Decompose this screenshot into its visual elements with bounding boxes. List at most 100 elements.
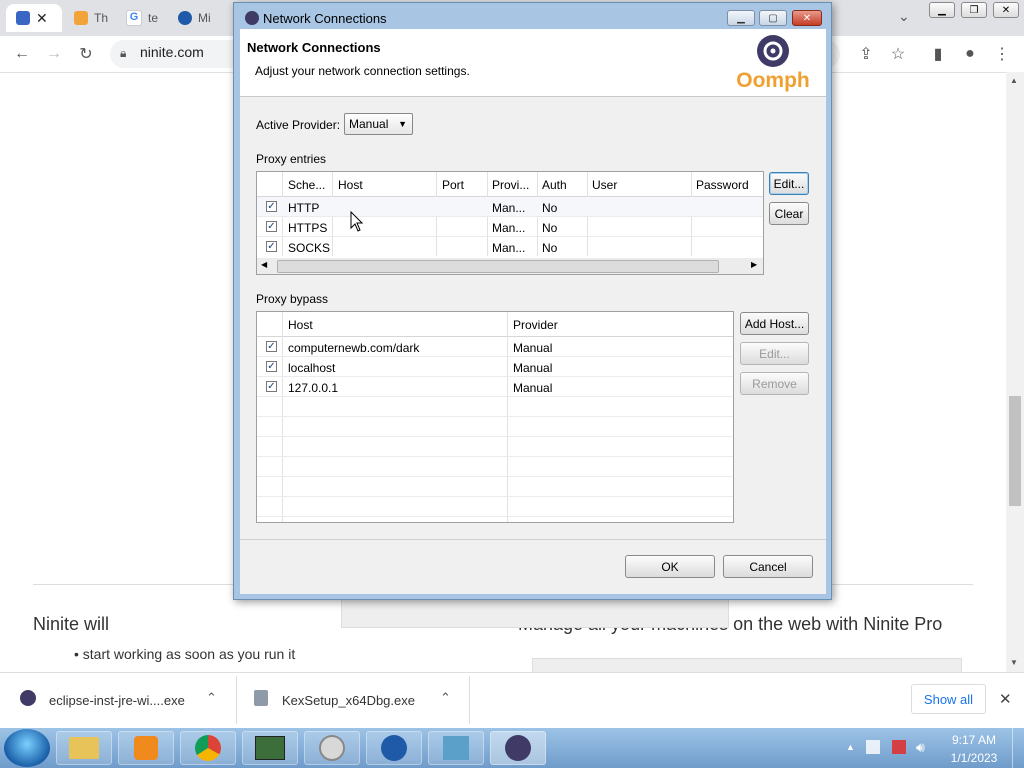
show-desktop-button[interactable]: [1012, 728, 1024, 768]
row-checkbox[interactable]: ✓: [266, 201, 277, 212]
clear-proxy-button[interactable]: Clear: [769, 202, 809, 225]
tab-search-chevron-icon[interactable]: ⌄: [898, 8, 910, 25]
bullet-item: • start working as soon as you run it: [74, 646, 296, 662]
share-icon[interactable]: ⇪: [856, 44, 876, 64]
ok-button[interactable]: OK: [625, 555, 715, 578]
cubes-icon: [443, 736, 469, 760]
cell-provider: Man...: [492, 221, 526, 235]
active-provider-value: Manual: [349, 117, 389, 131]
column-header-auth[interactable]: Auth: [542, 178, 567, 192]
row-checkbox[interactable]: ✓: [266, 361, 277, 372]
row-divider: [257, 396, 733, 397]
column-header-provider[interactable]: Provi...: [492, 178, 529, 192]
profile-icon[interactable]: ●: [960, 44, 980, 64]
kebab-menu-icon[interactable]: ⋮: [992, 44, 1012, 64]
cell-scheme: HTTPS: [288, 221, 328, 235]
cell-host[interactable]: localhost: [288, 361, 335, 375]
taskbar-media-player[interactable]: [118, 731, 174, 765]
star-icon[interactable]: ☆: [888, 44, 908, 64]
taskbar-app-user[interactable]: [366, 731, 422, 765]
close-downloads-icon[interactable]: ✕: [999, 690, 1012, 708]
maximize-icon[interactable]: ▢: [759, 10, 787, 26]
browser-tab-active[interactable]: ✕: [6, 4, 62, 32]
row-checkbox[interactable]: ✓: [266, 341, 277, 352]
column-header-port[interactable]: Port: [442, 178, 464, 192]
taskbar-chrome[interactable]: [180, 731, 236, 765]
scroll-right-icon[interactable]: ▶: [751, 260, 757, 269]
lock-icon[interactable]: 🔒︎: [120, 46, 126, 61]
taskbar-app-gauge[interactable]: [304, 731, 360, 765]
proxy-bypass-table[interactable]: Host Provider ✓ computernewb.com/dark Ma…: [256, 311, 734, 523]
arrow-left-icon[interactable]: ←: [12, 44, 32, 64]
row-checkbox[interactable]: ✓: [266, 221, 277, 232]
column-header-scheme[interactable]: Sche...: [288, 178, 325, 192]
horizontal-scrollbar-thumb[interactable]: [277, 260, 719, 273]
row-divider: [257, 436, 733, 437]
cell-auth: No: [542, 201, 558, 215]
row-checkbox[interactable]: ✓: [266, 241, 277, 252]
tray-clock-date[interactable]: 1/1/2023: [944, 751, 1004, 765]
taskbar-app-monitor[interactable]: [242, 731, 298, 765]
oomph-gear-icon: Oomph: [736, 35, 810, 92]
row-divider: [257, 376, 733, 377]
cell-host[interactable]: computernewb.com/dark: [288, 341, 419, 355]
cell-provider: Manual: [513, 381, 553, 395]
reload-icon[interactable]: ↻: [76, 44, 96, 64]
arrow-right-icon[interactable]: →: [44, 44, 64, 64]
tray-alert-icon[interactable]: [892, 740, 906, 754]
show-all-downloads-button[interactable]: Show all: [911, 684, 986, 714]
browser-tab-3[interactable]: G te: [116, 4, 166, 32]
browser-tab-2[interactable]: Th: [64, 4, 114, 32]
taskbar-explorer[interactable]: [56, 731, 112, 765]
remove-bypass-button[interactable]: Remove: [740, 372, 809, 395]
tray-expand-icon[interactable]: ▲: [846, 742, 855, 752]
column-header-host[interactable]: Host: [338, 178, 363, 192]
active-provider-select[interactable]: Manual ▼: [344, 113, 413, 135]
eclipse-icon: [245, 11, 259, 25]
add-host-button[interactable]: Add Host...: [740, 312, 809, 335]
taskbar-eclipse-installer[interactable]: [490, 731, 546, 765]
volume-icon[interactable]: 🔊︎: [916, 739, 925, 756]
horizontal-scrollbar[interactable]: ◀ ▶: [257, 258, 763, 274]
row-divider: [257, 476, 733, 477]
scroll-left-icon[interactable]: ◀: [261, 260, 267, 269]
row-checkbox[interactable]: ✓: [266, 381, 277, 392]
windows-start-icon[interactable]: [4, 729, 50, 767]
tray-clock-time[interactable]: 9:17 AM: [944, 733, 1004, 747]
dropdown-arrow-icon: ▼: [398, 119, 407, 129]
column-header-host[interactable]: Host: [288, 318, 313, 332]
edit-bypass-button[interactable]: Edit...: [740, 342, 809, 365]
eclipse-icon: [505, 735, 531, 761]
table-header-line: [257, 336, 733, 337]
column-header-user[interactable]: User: [592, 178, 617, 192]
download-item-name[interactable]: KexSetup_x64Dbg.exe: [282, 693, 415, 708]
monitor-icon: [255, 736, 285, 760]
mouse-cursor-icon: [350, 210, 364, 236]
column-header-provider[interactable]: Provider: [513, 318, 558, 332]
tab-close-icon[interactable]: ✕: [36, 10, 48, 27]
side-panel-icon[interactable]: ▮: [928, 44, 948, 64]
cell-host[interactable]: 127.0.0.1: [288, 381, 338, 395]
cell-provider: Manual: [513, 341, 553, 355]
scroll-down-icon[interactable]: ▼: [1010, 658, 1018, 667]
scroll-up-icon[interactable]: ▲: [1010, 76, 1018, 85]
minimize-icon[interactable]: ▁: [929, 2, 955, 18]
chrome-icon: [195, 735, 221, 761]
proxy-entries-table[interactable]: Sche... Host Port Provi... Auth User Pas…: [256, 171, 764, 275]
page-scrollbar-thumb[interactable]: [1009, 396, 1021, 506]
close-icon[interactable]: ✕: [993, 2, 1019, 18]
taskbar-app-cubes[interactable]: [428, 731, 484, 765]
edit-proxy-button[interactable]: Edit...: [769, 172, 809, 195]
restore-icon[interactable]: ❐: [961, 2, 987, 18]
page-scrollbar[interactable]: [1006, 72, 1024, 672]
column-header-password[interactable]: Password: [696, 178, 749, 192]
close-icon[interactable]: ✕: [792, 10, 822, 26]
cancel-button[interactable]: Cancel: [723, 555, 813, 578]
browser-tab-4[interactable]: Mi: [168, 4, 224, 32]
minimize-icon[interactable]: ▁: [727, 10, 755, 26]
chevron-up-icon[interactable]: ⌃: [440, 690, 451, 706]
url-text[interactable]: ninite.com: [140, 44, 204, 60]
download-item-name[interactable]: eclipse-inst-jre-wi....exe: [49, 693, 185, 708]
tray-network-icon[interactable]: [866, 740, 880, 754]
chevron-up-icon[interactable]: ⌃: [206, 690, 217, 706]
